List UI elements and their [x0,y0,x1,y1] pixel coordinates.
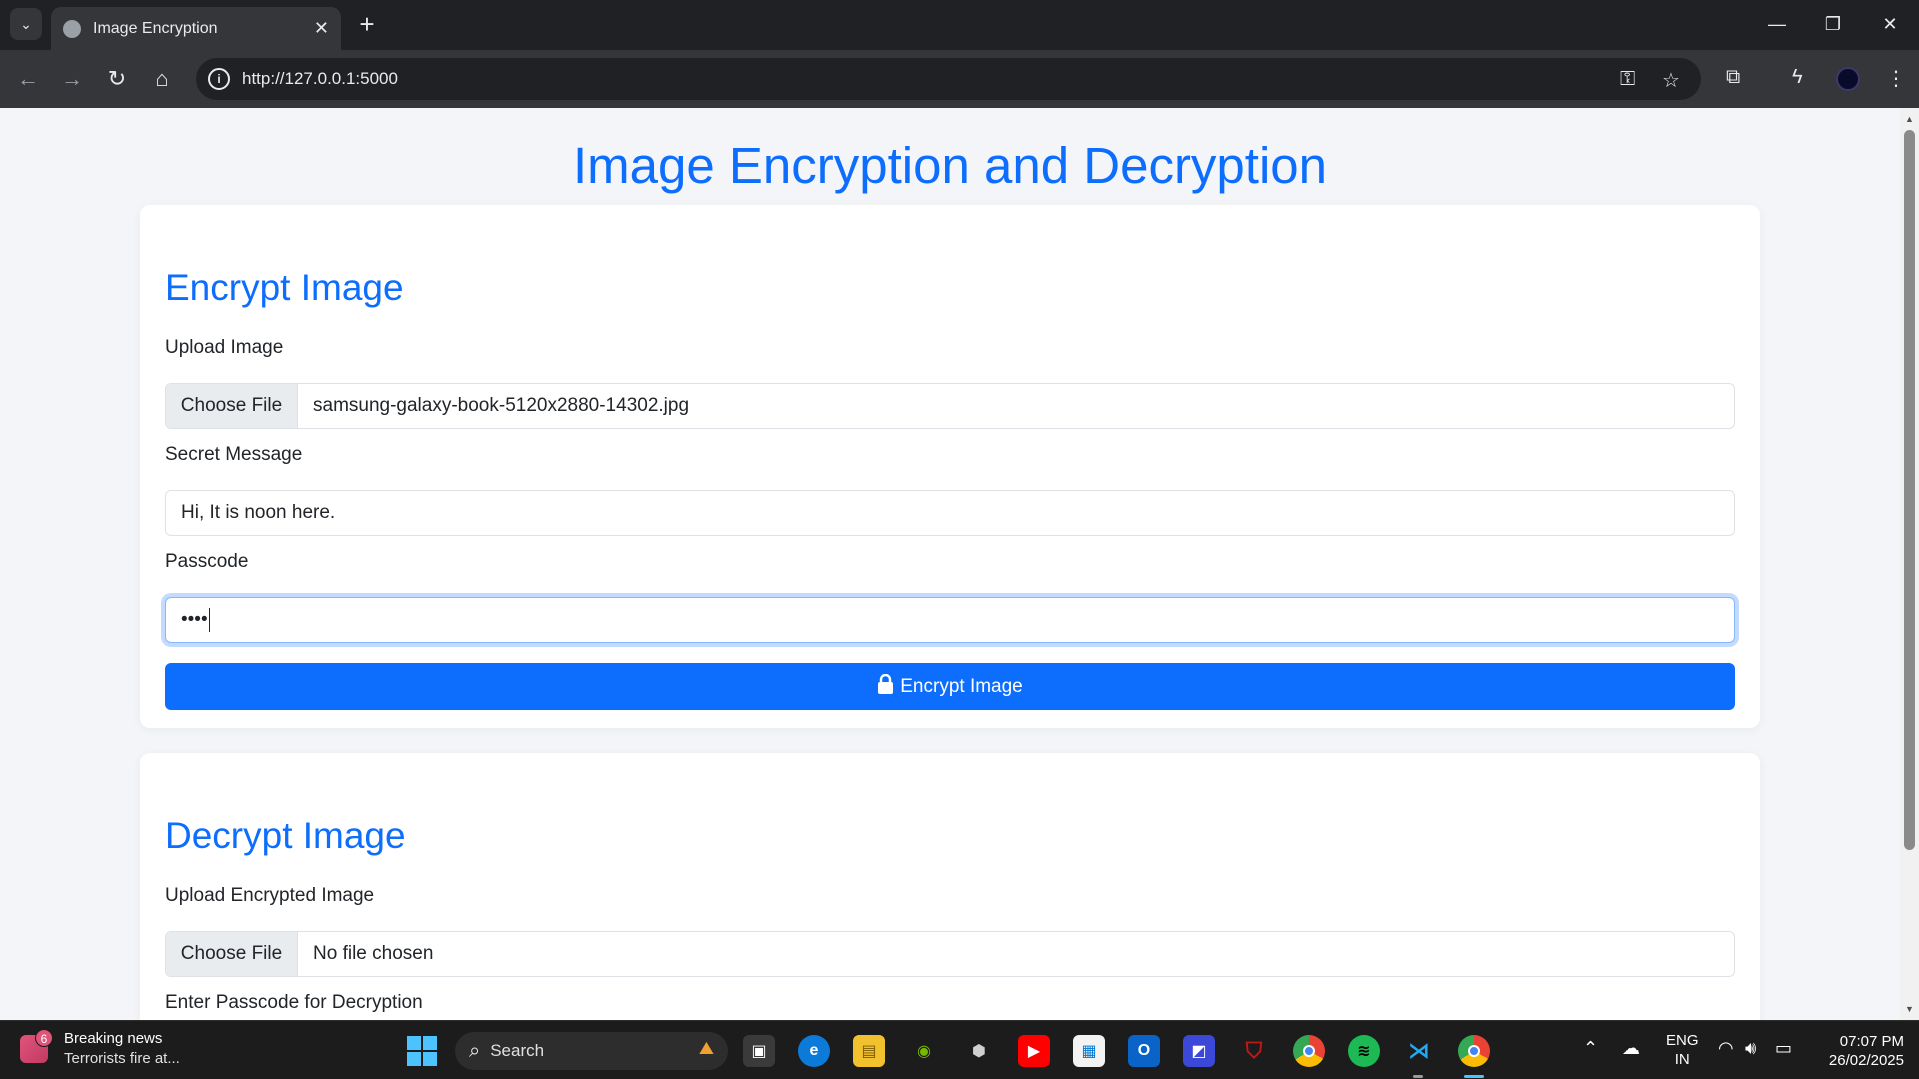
decrypt-passcode-label: Enter Passcode for Decryption [165,992,423,1013]
reload-icon[interactable]: ↻ [103,65,131,93]
passcode-value: •••• [181,609,208,630]
onedrive-icon[interactable]: ☁ [1622,1038,1640,1059]
edge-icon[interactable]: e [798,1035,830,1067]
battery-icon[interactable]: ▭ [1775,1038,1792,1059]
url-text[interactable]: http://127.0.0.1:5000 [242,69,398,89]
clock-date: 26/02/2025 [1828,1052,1904,1069]
mcafee-icon[interactable]: ⛉ [1238,1035,1270,1067]
encrypt-image-button[interactable]: Encrypt Image [165,663,1735,710]
profile-avatar[interactable] [1836,67,1860,91]
news-title: Breaking news [64,1030,163,1047]
menu-icon[interactable]: ⋮ [1886,66,1906,91]
file-explorer-icon[interactable]: ▤ [853,1035,885,1067]
start-icon[interactable] [407,1036,437,1066]
performance-icon[interactable]: ϟ [1792,66,1803,89]
secret-message-input[interactable]: Hi, It is noon here. [165,490,1735,536]
visual-studio-icon[interactable]: ◩ [1183,1035,1215,1067]
vscode-icon[interactable]: ⋊ [1403,1035,1435,1067]
encrypt-heading: Encrypt Image [165,267,404,308]
chevron-up-icon[interactable]: ⌃ [1583,1038,1598,1059]
chrome-active-indicator [1464,1075,1484,1078]
globe-icon [63,19,81,38]
unity-icon[interactable]: ⬢ [963,1035,995,1067]
search-highlight-icon: ⛰ [698,1038,714,1058]
volume-icon[interactable]: 🔊︎ [1745,1038,1756,1059]
address-bar[interactable]: i http://127.0.0.1:5000 ⚿ ☆ [196,58,1701,100]
close-icon[interactable]: ✕ [314,18,329,39]
browser-tabstrip: ⌄ Image Encryption ✕ + — ❐ ✕ [0,0,1919,50]
forward-icon[interactable]: → [58,65,86,93]
page-scrollbar[interactable]: ▲ ▼ [1900,108,1919,1020]
chrome-icon[interactable] [1293,1035,1325,1067]
taskbar: 6 Breaking news Terrorists fire at... ⌕ … [0,1020,1919,1079]
upload-encrypted-input[interactable]: Choose File No file chosen [165,931,1735,977]
nvidia-icon[interactable]: ◉ [908,1035,940,1067]
chosen-file-name: samsung-galaxy-book-5120x2880-14302.jpg [313,395,690,416]
key-icon[interactable]: ⚿ [1620,68,1635,91]
passcode-input[interactable]: •••• [165,597,1735,643]
outlook-icon[interactable]: O [1128,1035,1160,1067]
secret-message-label: Secret Message [165,444,303,465]
chosen-file-name: No file chosen [313,943,434,964]
language-line1: ENG [1666,1032,1699,1049]
browser-toolbar: ← → ↻ ⌂ i http://127.0.0.1:5000 ⚿ ☆ ⧉ ϟ … [0,50,1919,108]
choose-file-button[interactable]: Choose File [166,932,298,976]
decrypt-heading: Decrypt Image [165,815,406,856]
language-line2: IN [1674,1051,1690,1068]
news-badge: 6 [35,1029,53,1047]
microsoft-store-icon[interactable]: ▦ [1073,1035,1105,1067]
decrypt-card: Decrypt Image Upload Encrypted Image Cho… [140,753,1760,1020]
upload-image-input[interactable]: Choose File samsung-galaxy-book-5120x288… [165,383,1735,429]
back-icon[interactable]: ← [14,65,42,93]
extensions-icon[interactable]: ⧉ [1726,66,1740,89]
search-label: Search [490,1041,545,1060]
upload-encrypted-label: Upload Encrypted Image [165,885,375,906]
new-tab-button[interactable]: + [352,10,382,40]
spotify-icon[interactable]: ≋ [1348,1035,1380,1067]
window-close-icon[interactable]: ✕ [1868,8,1912,40]
lock-icon [877,673,894,700]
page-title: Image Encryption and Decryption [572,137,1328,194]
vscode-running-indicator [1413,1075,1423,1078]
chrome-profile-icon[interactable] [1458,1035,1490,1067]
home-icon[interactable]: ⌂ [148,65,176,93]
taskbar-search[interactable]: ⌕ Search ⛰ [455,1032,728,1070]
upload-image-label: Upload Image [165,337,284,358]
restore-icon[interactable]: ❐ [1811,8,1855,40]
clock-time: 07:07 PM [1839,1033,1904,1050]
minimize-icon[interactable]: — [1755,8,1799,40]
page-viewport: Image Encryption and Decryption Encrypt … [0,108,1900,1020]
info-icon[interactable]: i [208,68,230,90]
browser-tab[interactable]: Image Encryption ✕ [51,7,341,50]
star-icon[interactable]: ☆ [1662,68,1680,93]
wifi-icon[interactable]: ◠ [1718,1038,1734,1059]
scroll-down-icon[interactable]: ▼ [1904,1004,1915,1014]
language-indicator[interactable]: ENG IN [1666,1031,1699,1069]
encrypt-card: Encrypt Image Upload Image Choose File s… [140,205,1760,728]
system-clock[interactable]: 07:07 PM 26/02/2025 [1812,1032,1904,1070]
task-view-icon[interactable]: ▣ [743,1035,775,1067]
news-icon: 6 [20,1029,53,1063]
news-subtitle: Terrorists fire at... [64,1050,180,1067]
encrypt-button-label: Encrypt Image [900,675,1023,697]
tab-title: Image Encryption [93,19,218,37]
news-widget[interactable]: 6 Breaking news Terrorists fire at... [20,1029,180,1069]
plus-icon: + [359,9,375,39]
youtube-icon[interactable]: ▶ [1018,1035,1050,1067]
scroll-thumb[interactable] [1904,130,1915,850]
tab-search-icon[interactable]: ⌄ [10,8,42,40]
choose-file-button[interactable]: Choose File [166,384,298,428]
passcode-label: Passcode [165,551,249,572]
text-caret [208,608,210,632]
search-icon: ⌕ [469,1039,481,1062]
scroll-up-icon[interactable]: ▲ [1904,114,1915,124]
